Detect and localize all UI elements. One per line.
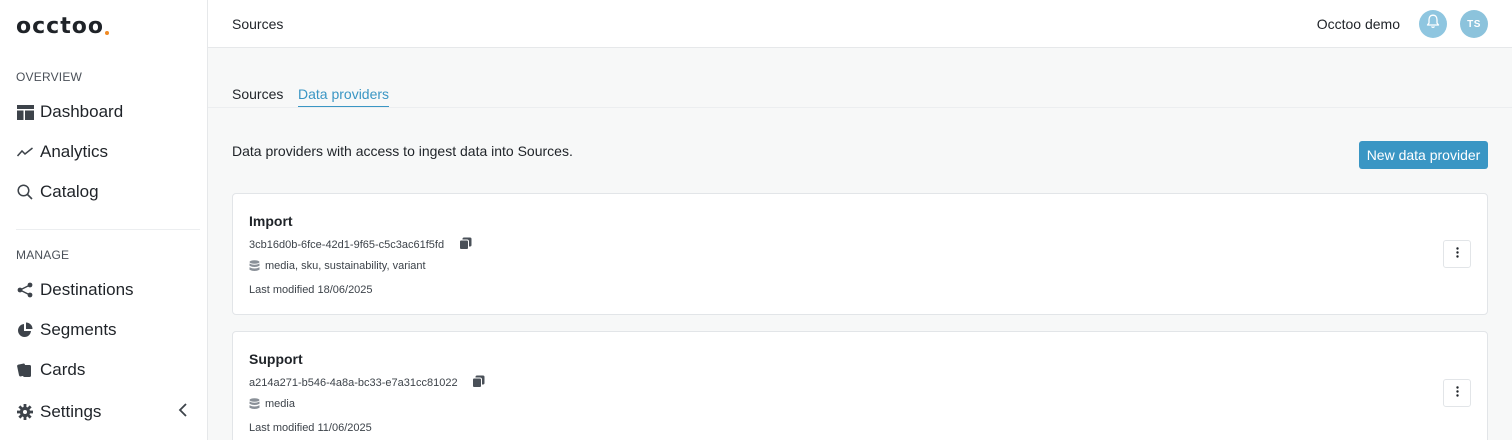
provider-menu-button[interactable] xyxy=(1443,379,1471,407)
sidebar-item-cards[interactable]: Cards xyxy=(0,352,207,388)
search-icon xyxy=(16,183,34,201)
provider-tags-text: media xyxy=(265,398,295,410)
gear-icon xyxy=(16,403,34,421)
sidebar-item-segments[interactable]: Segments xyxy=(0,312,207,348)
occtoo-logo[interactable]: occtoo xyxy=(16,14,109,39)
sidebar-item-analytics[interactable]: Analytics xyxy=(0,134,207,170)
notifications-button[interactable] xyxy=(1419,10,1447,38)
section-label-overview: OVERVIEW xyxy=(16,70,83,84)
logo-dot xyxy=(104,31,109,35)
page-title: Sources xyxy=(232,16,284,32)
sidebar-item-settings[interactable]: Settings xyxy=(0,394,190,430)
sidebar-item-destinations[interactable]: Destinations xyxy=(0,272,207,308)
provider-id: 3cb16d0b-6fce-42d1-9f65-c5c3ac61f5fd xyxy=(249,237,472,253)
provider-id-text: 3cb16d0b-6fce-42d1-9f65-c5c3ac61f5fd xyxy=(249,239,445,251)
sidebar-item-label: Catalog xyxy=(40,182,99,201)
sidebar-item-catalog[interactable]: Catalog xyxy=(0,174,207,210)
bell-icon xyxy=(1426,14,1440,34)
provider-id-text: a214a271-b546-4a8a-bc33-e7a31cc81022 xyxy=(249,377,458,389)
provider-name: Support xyxy=(249,351,303,367)
tab-data-providers[interactable]: Data providers xyxy=(298,86,390,107)
chevron-left-icon xyxy=(178,402,188,422)
provider-tags-text: media, sku, sustainability, variant xyxy=(265,260,426,272)
provider-name: Import xyxy=(249,213,293,229)
database-icon xyxy=(249,398,260,410)
copy-icon xyxy=(458,237,472,253)
provider-id: a214a271-b546-4a8a-bc33-e7a31cc81022 xyxy=(249,375,486,391)
logo-text: occtoo xyxy=(16,14,104,39)
cards-icon xyxy=(16,361,34,379)
section-label-manage: MANAGE xyxy=(16,248,70,262)
sidebar-item-label: Destinations xyxy=(40,280,134,299)
copy-id-button[interactable] xyxy=(458,237,472,253)
provider-tags: media, sku, sustainability, variant xyxy=(249,260,426,272)
share-icon xyxy=(16,281,34,299)
user-avatar[interactable]: TS xyxy=(1460,10,1488,38)
sidebar-item-label: Segments xyxy=(40,320,117,339)
sidebar-item-label: Cards xyxy=(40,360,86,379)
sidebar-divider xyxy=(16,229,200,230)
new-data-provider-button[interactable]: New data provider xyxy=(1359,141,1488,169)
analytics-icon xyxy=(16,143,34,161)
provider-last-modified: Last modified 11/06/2025 xyxy=(249,422,372,434)
provider-card: Import 3cb16d0b-6fce-42d1-9f65-c5c3ac61f… xyxy=(232,193,1488,315)
copy-icon xyxy=(472,375,485,391)
pie-chart-icon xyxy=(16,321,34,339)
sidebar: occtoo OVERVIEW Dashboard Analytics Cata… xyxy=(0,0,208,440)
provider-menu-button[interactable] xyxy=(1443,240,1471,268)
tab-bar: Sources Data providers xyxy=(208,48,1512,108)
collapse-sidebar-button[interactable] xyxy=(173,402,193,422)
sidebar-item-label: Settings xyxy=(40,402,102,421)
page-description: Data providers with access to ingest dat… xyxy=(232,143,573,159)
sidebar-item-dashboard[interactable]: Dashboard xyxy=(0,94,207,130)
provider-tags: media xyxy=(249,398,295,410)
database-icon xyxy=(249,260,260,272)
provider-last-modified: Last modified 18/06/2025 xyxy=(249,284,373,296)
more-vertical-icon xyxy=(1455,245,1459,263)
tab-sources[interactable]: Sources xyxy=(232,86,283,106)
provider-card: Support a214a271-b546-4a8a-bc33-e7a31cc8… xyxy=(232,331,1488,440)
sidebar-item-label: Analytics xyxy=(40,142,109,161)
copy-id-button[interactable] xyxy=(472,375,486,391)
top-header: Sources Occtoo demo TS xyxy=(208,0,1512,48)
more-vertical-icon xyxy=(1455,384,1459,402)
sidebar-item-label: Dashboard xyxy=(40,102,124,121)
organization-name[interactable]: Occtoo demo xyxy=(1317,16,1400,32)
dashboard-icon xyxy=(16,103,34,121)
